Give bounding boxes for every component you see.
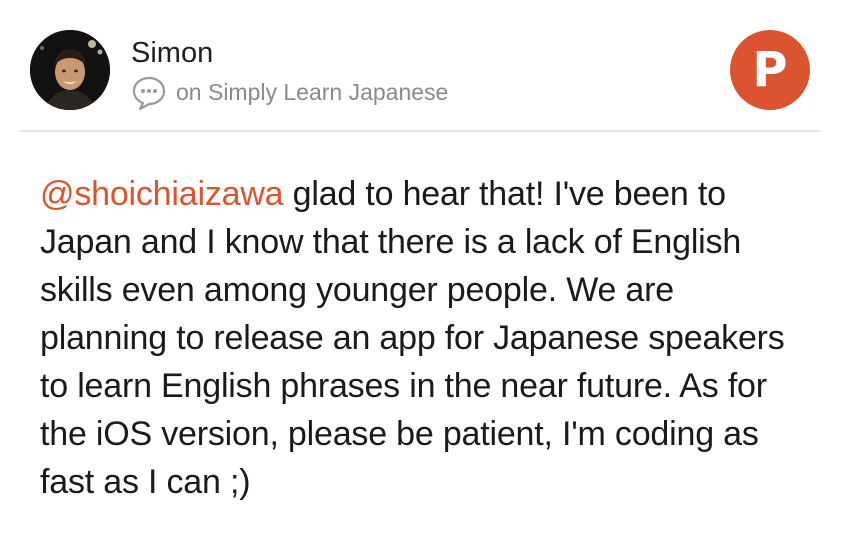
comment-header: Simon on Simply Learn Japanese P [0, 0, 843, 131]
comment-text: glad to hear that! I've been to Japan an… [40, 175, 785, 501]
post-context-link[interactable]: on Simply Learn Japanese [176, 77, 448, 107]
user-avatar-photo-icon [30, 30, 110, 110]
header-divider [20, 130, 820, 132]
user-mention-link[interactable]: @shoichiaizawa [40, 175, 284, 213]
author-name[interactable]: Simon [131, 36, 213, 70]
comment-bubble-icon [131, 75, 167, 111]
author-avatar[interactable] [30, 30, 110, 110]
comment-body: @shoichiaizawa glad to hear that! I've b… [40, 170, 810, 506]
product-hunt-badge[interactable]: P [730, 30, 810, 110]
